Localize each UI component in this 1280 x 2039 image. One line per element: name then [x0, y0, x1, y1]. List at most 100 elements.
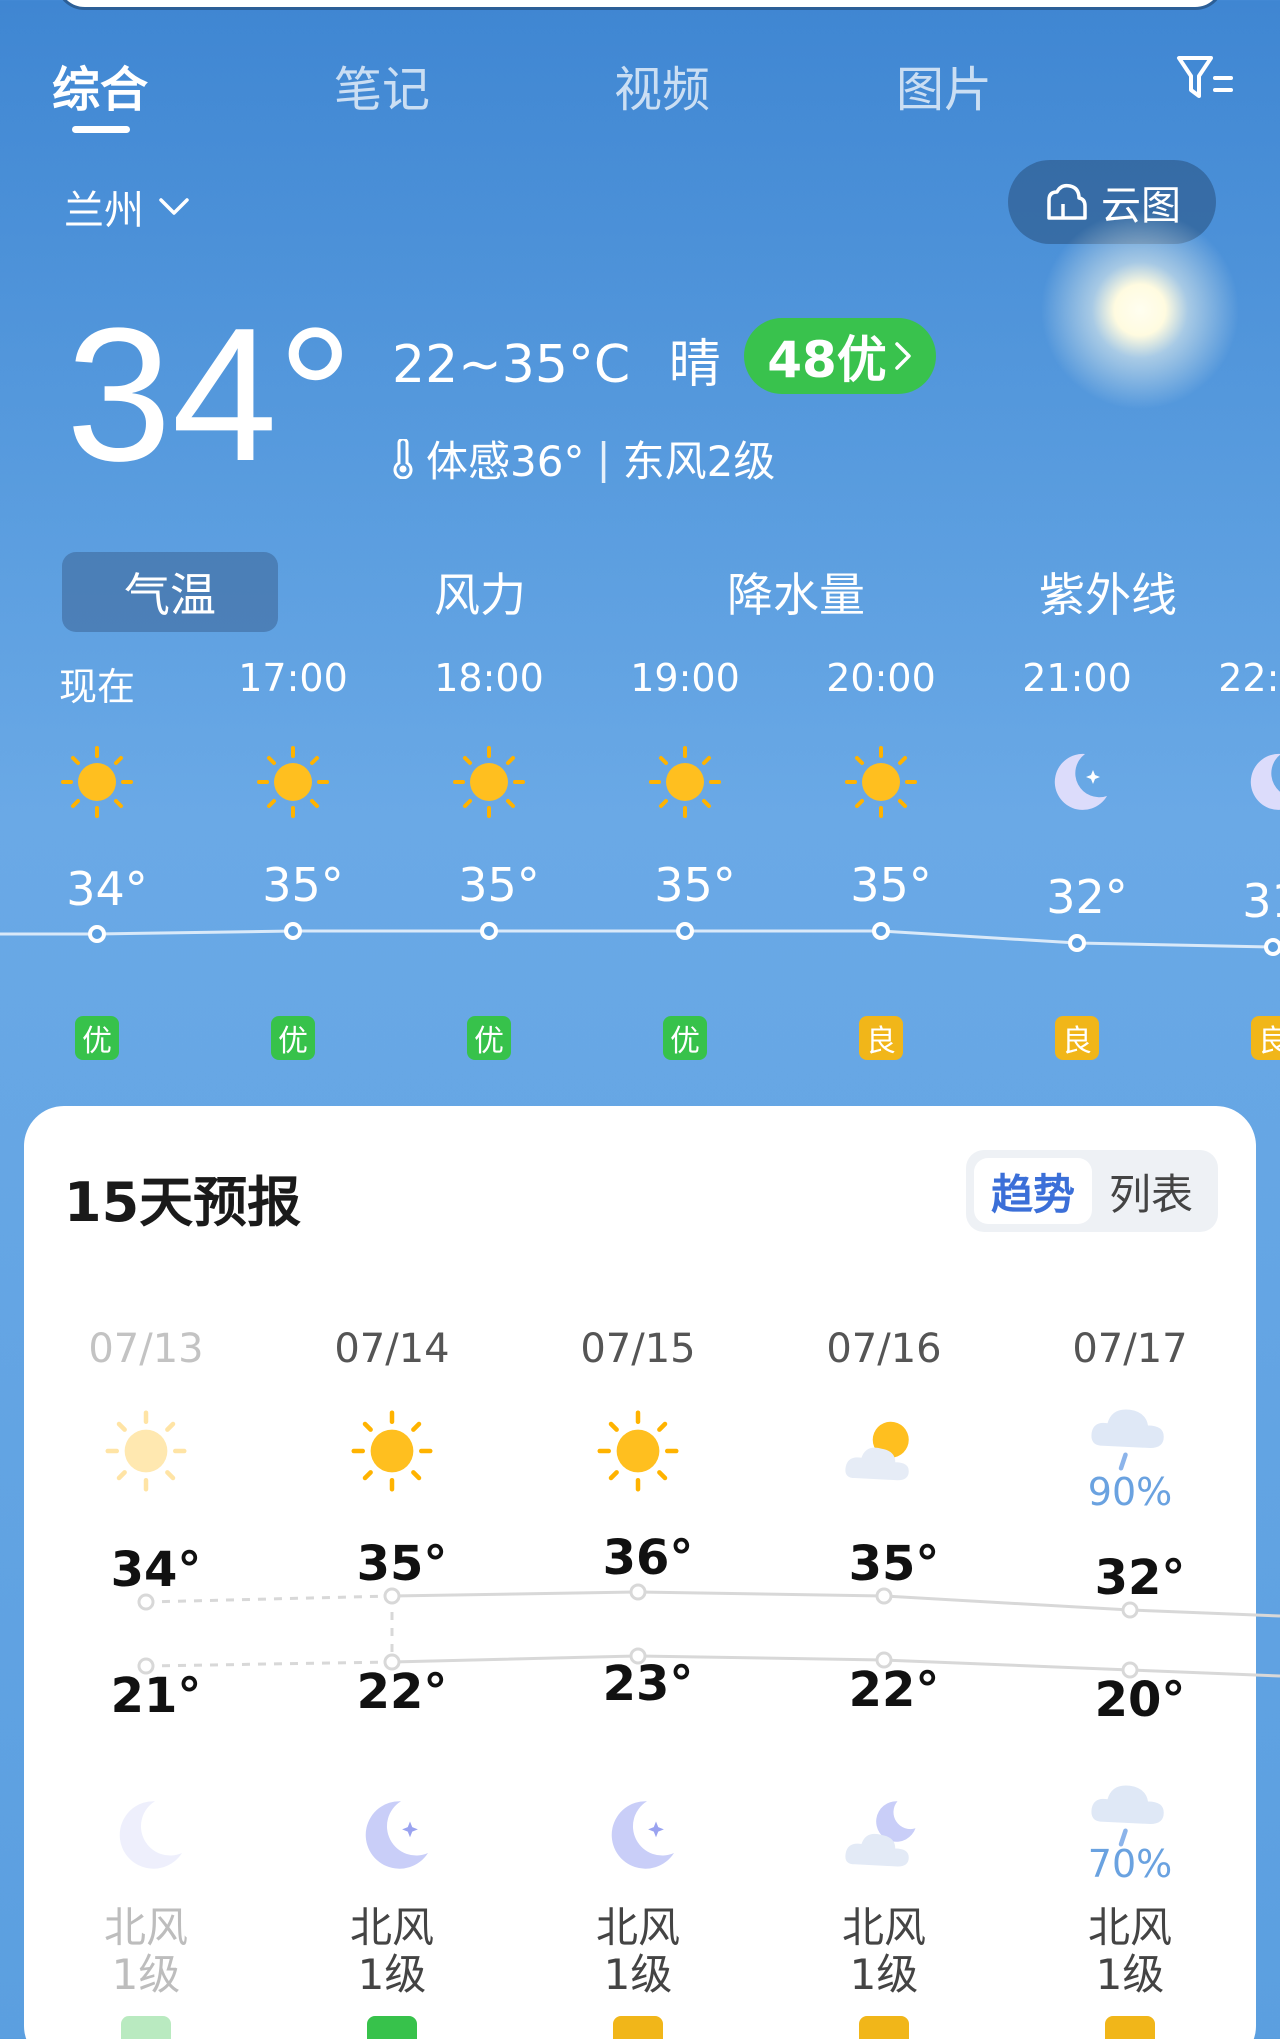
- city-selector[interactable]: 兰州: [64, 178, 190, 236]
- low-temperature: 22°: [848, 1662, 940, 1718]
- view-toggle: 趋势 列表: [966, 1150, 1218, 1232]
- wind-level: 1级: [849, 1950, 919, 2000]
- moon-icon: [1054, 753, 1107, 810]
- hour-temperature: 32°: [1046, 870, 1128, 924]
- sun-icon: [351, 1410, 433, 1492]
- air-quality-badge: [613, 2016, 663, 2039]
- moon-icon: [119, 1801, 182, 1869]
- hour-temperature: 35°: [850, 858, 932, 912]
- air-quality-badge: [859, 2016, 909, 2039]
- low-temperature: 20°: [1094, 1672, 1186, 1728]
- day-name: 明天: [595, 1277, 680, 1326]
- high-temperature: 34°: [110, 1542, 202, 1598]
- city-name: 兰州: [64, 188, 144, 234]
- hour-temperature: 35°: [458, 858, 540, 912]
- wind-level: 1级: [1095, 1950, 1165, 2000]
- low-temperature: 21°: [110, 1668, 202, 1724]
- wind-forecast: 北风 1级: [1030, 1904, 1230, 1998]
- day-date: 07/14: [334, 1326, 450, 1372]
- forecast-title: 15天预报: [64, 1171, 302, 1234]
- temp-point: [480, 922, 498, 940]
- wind-forecast: 北风 1级: [784, 1904, 984, 1998]
- wind-forecast: 北风 1级: [292, 1904, 492, 1998]
- wind-info: 东风2级: [622, 437, 776, 486]
- wind-direction: 北风: [349, 1903, 434, 1952]
- aqi-badge[interactable]: 48优: [744, 318, 936, 394]
- wind-level: 1级: [603, 1950, 673, 2000]
- segment-temperature[interactable]: 气温: [62, 552, 278, 632]
- cloud-map-icon: [1047, 183, 1087, 220]
- low-temperature: 23°: [602, 1656, 694, 1712]
- hour-time: 现在: [58, 665, 135, 709]
- low-temperature: 22°: [356, 1664, 448, 1720]
- top-tabs: 综合 笔记 视频 图片: [0, 50, 1280, 130]
- tab-overview[interactable]: 综合: [52, 50, 148, 120]
- day-date: 07/17: [1072, 1326, 1188, 1372]
- weather-condition: 晴: [668, 335, 721, 395]
- air-quality-badge: 优: [271, 1016, 315, 1060]
- hour-time: 22:00: [1218, 656, 1280, 700]
- wind-level: 1级: [111, 1950, 181, 2000]
- sun-icon: [649, 746, 721, 818]
- sun-icon: [597, 1410, 679, 1492]
- toggle-trend[interactable]: 趋势: [974, 1158, 1092, 1224]
- day-name: 周三: [841, 1277, 926, 1326]
- air-quality-badge: 优: [663, 1016, 707, 1060]
- precipitation-probability: 70%: [1087, 1842, 1173, 1886]
- tab-notes[interactable]: 笔记: [334, 50, 430, 120]
- day-name: 周四: [1087, 1277, 1172, 1326]
- moon-icon: [611, 1801, 674, 1869]
- tab-images[interactable]: 图片: [896, 50, 992, 120]
- air-quality-badge: [367, 2016, 417, 2039]
- temp-point: [1068, 934, 1086, 952]
- precipitation-probability: 90%: [1087, 1470, 1173, 1514]
- air-quality-badge: 优: [467, 1016, 511, 1060]
- feels-like-row: 体感36° | 东风2级: [392, 428, 775, 489]
- sun-icon: [105, 1410, 187, 1492]
- filter-icon[interactable]: [1175, 52, 1235, 104]
- sun-icon: [453, 746, 525, 818]
- high-temperature: 36°: [602, 1530, 694, 1586]
- wind-forecast: 北风 1级: [46, 1904, 246, 1998]
- air-quality-badge: 良: [1055, 1016, 1099, 1060]
- day-name: 昨天: [103, 1277, 188, 1326]
- chevron-down-icon: [159, 198, 189, 215]
- segment-wind[interactable]: 风力: [372, 552, 588, 632]
- high-temperature: 35°: [848, 1536, 940, 1592]
- hour-time: 17:00: [238, 656, 348, 700]
- segment-uv[interactable]: 紫外线: [998, 552, 1218, 632]
- high-temperature: 32°: [1094, 1550, 1186, 1606]
- thermometer-icon: [393, 438, 413, 479]
- temp-point: [88, 925, 106, 943]
- segment-precipitation[interactable]: 降水量: [686, 552, 906, 632]
- current-range-condition: 22~35°C 晴: [392, 322, 721, 397]
- air-quality-badge: [121, 2016, 171, 2039]
- wind-level: 1级: [357, 1950, 427, 2000]
- hour-temperature: 35°: [262, 858, 344, 912]
- toggle-list[interactable]: 列表: [1092, 1158, 1210, 1224]
- hour-time: 20:00: [826, 656, 936, 700]
- moon-icon: [365, 1801, 428, 1869]
- sun-icon: [61, 746, 133, 818]
- cloudy-moon-icon: [845, 1801, 916, 1867]
- air-quality-badge: 优: [75, 1016, 119, 1060]
- high-temperature: 35°: [356, 1536, 448, 1592]
- tab-videos[interactable]: 视频: [614, 50, 710, 120]
- active-tab-indicator: [72, 126, 130, 133]
- sun-icon: [257, 746, 329, 818]
- wind-direction: 北风: [1087, 1903, 1172, 1952]
- temp-point: [284, 922, 302, 940]
- wind-direction: 北风: [595, 1903, 680, 1952]
- air-quality-badge: 良: [859, 1016, 903, 1060]
- wind-forecast: 北风 1级: [538, 1904, 738, 1998]
- hour-temperature: 35°: [654, 858, 736, 912]
- moon-icon: [1250, 753, 1280, 810]
- temp-point: [676, 922, 694, 940]
- hour-temperature: 31°: [1242, 874, 1280, 928]
- sun-icon: [845, 746, 917, 818]
- search-box-edge[interactable]: [55, 0, 1225, 10]
- hour-time: 18:00: [434, 656, 544, 700]
- hour-time: 21:00: [1022, 656, 1132, 700]
- sun-glow-decoration: [1040, 210, 1240, 410]
- wind-direction: 北风: [103, 1903, 188, 1952]
